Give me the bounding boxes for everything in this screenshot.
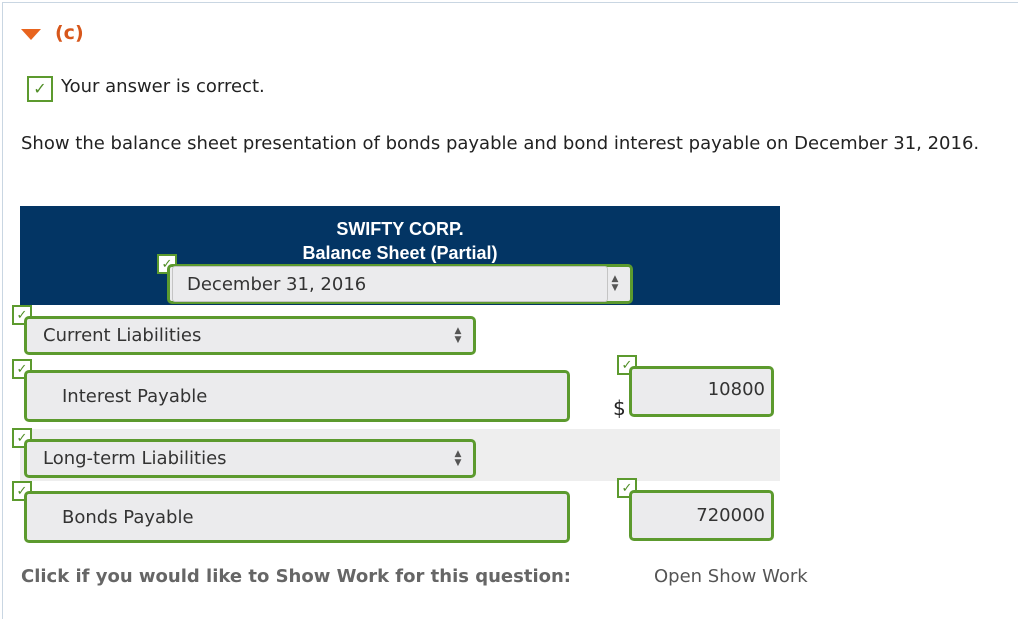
- interest-payable-amount: 10800: [707, 379, 765, 400]
- interest-payable-input[interactable]: Interest Payable: [24, 370, 570, 422]
- select-arrows-icon: ▲ ▼: [454, 325, 462, 345]
- company-name: SWIFTY CORP.: [336, 219, 464, 239]
- feedback-text: Your answer is correct.: [61, 76, 265, 97]
- current-liabilities-value: Current Liabilities: [43, 325, 202, 346]
- section-label: (c): [55, 22, 84, 44]
- date-select-value: December 31, 2016: [187, 273, 367, 295]
- section-header[interactable]: (c): [21, 22, 84, 44]
- bonds-payable-input[interactable]: Bonds Payable: [24, 491, 570, 543]
- show-work-prompt: Click if you would like to Show Work for…: [21, 566, 571, 587]
- long-term-liabilities-value: Long-term Liabilities: [43, 448, 227, 469]
- statement-title: Balance Sheet (Partial): [302, 243, 498, 263]
- bonds-payable-amount: 720000: [696, 505, 765, 526]
- correct-checkmark-icon: ✓: [27, 76, 53, 102]
- select-arrows-icon: ▲ ▼: [611, 274, 619, 293]
- current-liabilities-select[interactable]: Current Liabilities ▲ ▼: [24, 316, 476, 355]
- interest-payable-amount-input[interactable]: 10800: [629, 366, 774, 417]
- triangle-down-icon[interactable]: [21, 28, 41, 40]
- open-show-work-link[interactable]: Open Show Work: [654, 566, 808, 587]
- currency-symbol: $: [613, 396, 626, 420]
- interest-payable-label: Interest Payable: [62, 385, 208, 407]
- question-text: Show the balance sheet presentation of b…: [21, 133, 980, 154]
- date-select[interactable]: December 31, 2016 ▲ ▼: [167, 264, 633, 304]
- select-arrows-icon: ▲ ▼: [454, 448, 462, 468]
- bonds-payable-label: Bonds Payable: [62, 506, 194, 528]
- bonds-payable-amount-input[interactable]: 720000: [629, 490, 774, 541]
- long-term-liabilities-select[interactable]: Long-term Liabilities ▲ ▼: [24, 439, 476, 478]
